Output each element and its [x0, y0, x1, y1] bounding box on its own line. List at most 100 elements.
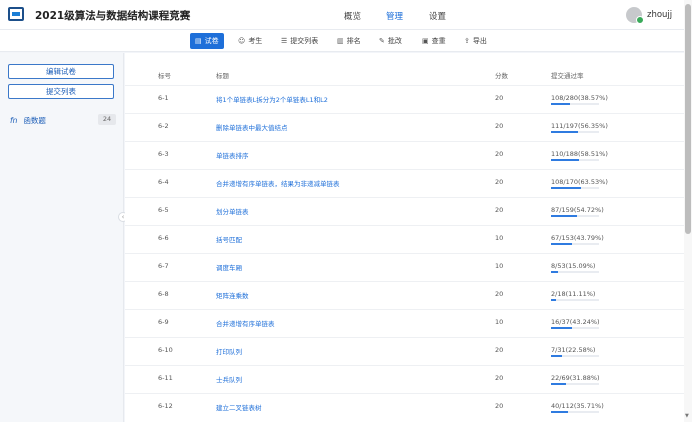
- question-score: 20: [495, 178, 504, 186]
- table-row[interactable]: 6-10 打印队列 20 7/31(22.58%): [125, 337, 684, 365]
- pass-rate: 2/18(11.11%): [551, 290, 596, 298]
- nav-overview[interactable]: 概览: [344, 10, 361, 22]
- pass-rate-bar: [551, 131, 599, 133]
- question-score: 20: [495, 94, 504, 102]
- avatar[interactable]: [626, 7, 644, 24]
- table-row[interactable]: 6-3 单链表排序 20 110/188(58.51%): [125, 141, 684, 169]
- pass-rate: 16/37(43.24%): [551, 318, 600, 326]
- tab-plagiarism-check[interactable]: ▣ 查重: [417, 33, 451, 49]
- pass-rate-fill: [551, 243, 573, 245]
- pass-rate: 110/188(58.51%): [551, 150, 608, 158]
- table-row[interactable]: 6-1 将1个单链表L拆分为2个单链表L1和L2 20 108/280(38.5…: [125, 85, 684, 113]
- edit-paper-button[interactable]: 编辑试卷: [8, 64, 114, 79]
- app-logo-icon[interactable]: [8, 7, 24, 21]
- tab-export[interactable]: ⇪ 导出: [459, 33, 492, 49]
- top-header: 2021级算法与数据结构课程竞赛 概览 管理 设置 zhoujj: [0, 0, 692, 30]
- pass-rate: 111/197(56.35%): [551, 122, 608, 130]
- question-title-link[interactable]: 合并递增有序单链表，结果为非递减单链表: [216, 178, 340, 188]
- question-title-link[interactable]: 打印队列: [216, 346, 242, 356]
- tab-grading[interactable]: ✎ 批改: [374, 33, 407, 49]
- question-score: 20: [495, 122, 504, 130]
- tab-candidates[interactable]: ☺ 考生: [233, 33, 267, 49]
- question-id: 6-7: [158, 262, 169, 270]
- document-icon: ▤: [195, 37, 202, 45]
- table-row[interactable]: 6-5 划分单链表 20 87/159(54.72%): [125, 197, 684, 225]
- column-header-id: 标号: [158, 72, 171, 80]
- question-id: 6-12: [158, 402, 173, 410]
- tab-submissions[interactable]: ☰ 提交列表: [276, 33, 323, 49]
- pass-rate: 108/280(38.57%): [551, 94, 608, 102]
- sidebar: 编辑试卷 提交列表 fn 函数题 24: [0, 53, 124, 422]
- table-row[interactable]: 6-4 合并递增有序单链表，结果为非递减单链表 20 108/170(63.53…: [125, 169, 684, 197]
- avatar-badge-icon: [636, 16, 644, 24]
- page-scrollbar[interactable]: ▼: [684, 0, 692, 422]
- pass-rate-bar: [551, 187, 599, 189]
- question-title-link[interactable]: 单链表排序: [216, 150, 249, 160]
- pass-rate: 22/69(31.88%): [551, 374, 600, 382]
- question-score: 20: [495, 290, 504, 298]
- nav-manage[interactable]: 管理: [386, 10, 403, 22]
- column-header-pass-rate: 提交通过率: [551, 72, 584, 80]
- username[interactable]: zhoujj: [647, 10, 672, 20]
- question-table: 标号 标题 分数 提交通过率 6-1 将1个单链表L拆分为2个单链表L1和L2 …: [125, 53, 684, 422]
- question-title-link[interactable]: 划分单链表: [216, 206, 249, 216]
- function-icon: fn: [10, 116, 18, 125]
- table-row[interactable]: 6-11 士兵队列 20 22/69(31.88%): [125, 365, 684, 393]
- question-title-link[interactable]: 括号匹配: [216, 234, 242, 244]
- pass-rate-fill: [551, 327, 572, 329]
- question-title-link[interactable]: 矩阵连乘数: [216, 290, 249, 300]
- exam-toolbar: ▤ 试卷 ☺ 考生 ☰ 提交列表 ▥ 排名 ✎ 批改 ▣ 查重 ⇪ 导出: [0, 30, 685, 52]
- pass-rate-fill: [551, 355, 562, 357]
- question-score: 10: [495, 318, 504, 326]
- column-header-title: 标题: [216, 72, 229, 80]
- pass-rate-bar: [551, 299, 599, 301]
- pass-rate: 40/112(35.71%): [551, 402, 604, 410]
- question-score: 20: [495, 374, 504, 382]
- table-row[interactable]: 6-12 建立二叉链表树 20 40/112(35.71%): [125, 393, 684, 421]
- question-id: 6-5: [158, 206, 169, 214]
- question-id: 6-1: [158, 94, 169, 102]
- pass-rate-fill: [551, 299, 557, 301]
- table-row[interactable]: 6-6 括号匹配 10 67/153(43.79%): [125, 225, 684, 253]
- pass-rate-fill: [551, 411, 569, 413]
- question-title-link[interactable]: 士兵队列: [216, 374, 242, 384]
- scrollbar-thumb[interactable]: [685, 4, 691, 234]
- question-id: 6-3: [158, 150, 169, 158]
- table-row[interactable]: 6-7 调度车厢 10 8/53(15.09%): [125, 253, 684, 281]
- question-title-link[interactable]: 建立二叉链表树: [216, 402, 262, 412]
- brush-icon: ✎: [379, 37, 385, 45]
- pass-rate: 8/53(15.09%): [551, 262, 596, 270]
- pass-rate-bar: [551, 215, 599, 217]
- pass-rate-fill: [551, 215, 578, 217]
- question-score: 20: [495, 150, 504, 158]
- scroll-down-icon[interactable]: ▼: [685, 413, 689, 419]
- question-id: 6-11: [158, 374, 173, 382]
- pass-rate-fill: [551, 187, 582, 189]
- sidebar-item-label: 函数题: [23, 116, 46, 125]
- tab-ranking[interactable]: ▥ 排名: [332, 33, 366, 49]
- question-id: 6-8: [158, 290, 169, 298]
- sidebar-item-function-questions[interactable]: fn 函数题: [10, 115, 46, 126]
- tab-exam-paper[interactable]: ▤ 试卷: [190, 33, 224, 49]
- question-title-link[interactable]: 删除单链表中最大值结点: [216, 122, 288, 132]
- table-row[interactable]: 6-9 合并递增有序单链表 10 16/37(43.24%): [125, 309, 684, 337]
- table-row[interactable]: 6-8 矩阵连乘数 20 2/18(11.11%): [125, 281, 684, 309]
- question-title-link[interactable]: 将1个单链表L拆分为2个单链表L1和L2: [216, 94, 328, 104]
- pass-rate-fill: [551, 159, 580, 161]
- pass-rate-fill: [551, 271, 559, 273]
- duplicate-check-icon: ▣: [422, 37, 429, 45]
- pass-rate-bar: [551, 103, 599, 105]
- pass-rate-bar: [551, 411, 599, 413]
- question-id: 6-2: [158, 122, 169, 130]
- pass-rate-bar: [551, 159, 599, 161]
- table-row[interactable]: 6-2 删除单链表中最大值结点 20 111/197(56.35%): [125, 113, 684, 141]
- question-title-link[interactable]: 调度车厢: [216, 262, 242, 272]
- nav-settings[interactable]: 设置: [429, 10, 446, 22]
- pass-rate: 67/153(43.79%): [551, 234, 604, 242]
- users-icon: ☺: [238, 37, 246, 45]
- question-score: 20: [495, 206, 504, 214]
- question-title-link[interactable]: 合并递增有序单链表: [216, 318, 275, 328]
- question-score: 10: [495, 262, 504, 270]
- submission-list-button[interactable]: 提交列表: [8, 84, 114, 99]
- bar-chart-icon: ▥: [337, 37, 344, 45]
